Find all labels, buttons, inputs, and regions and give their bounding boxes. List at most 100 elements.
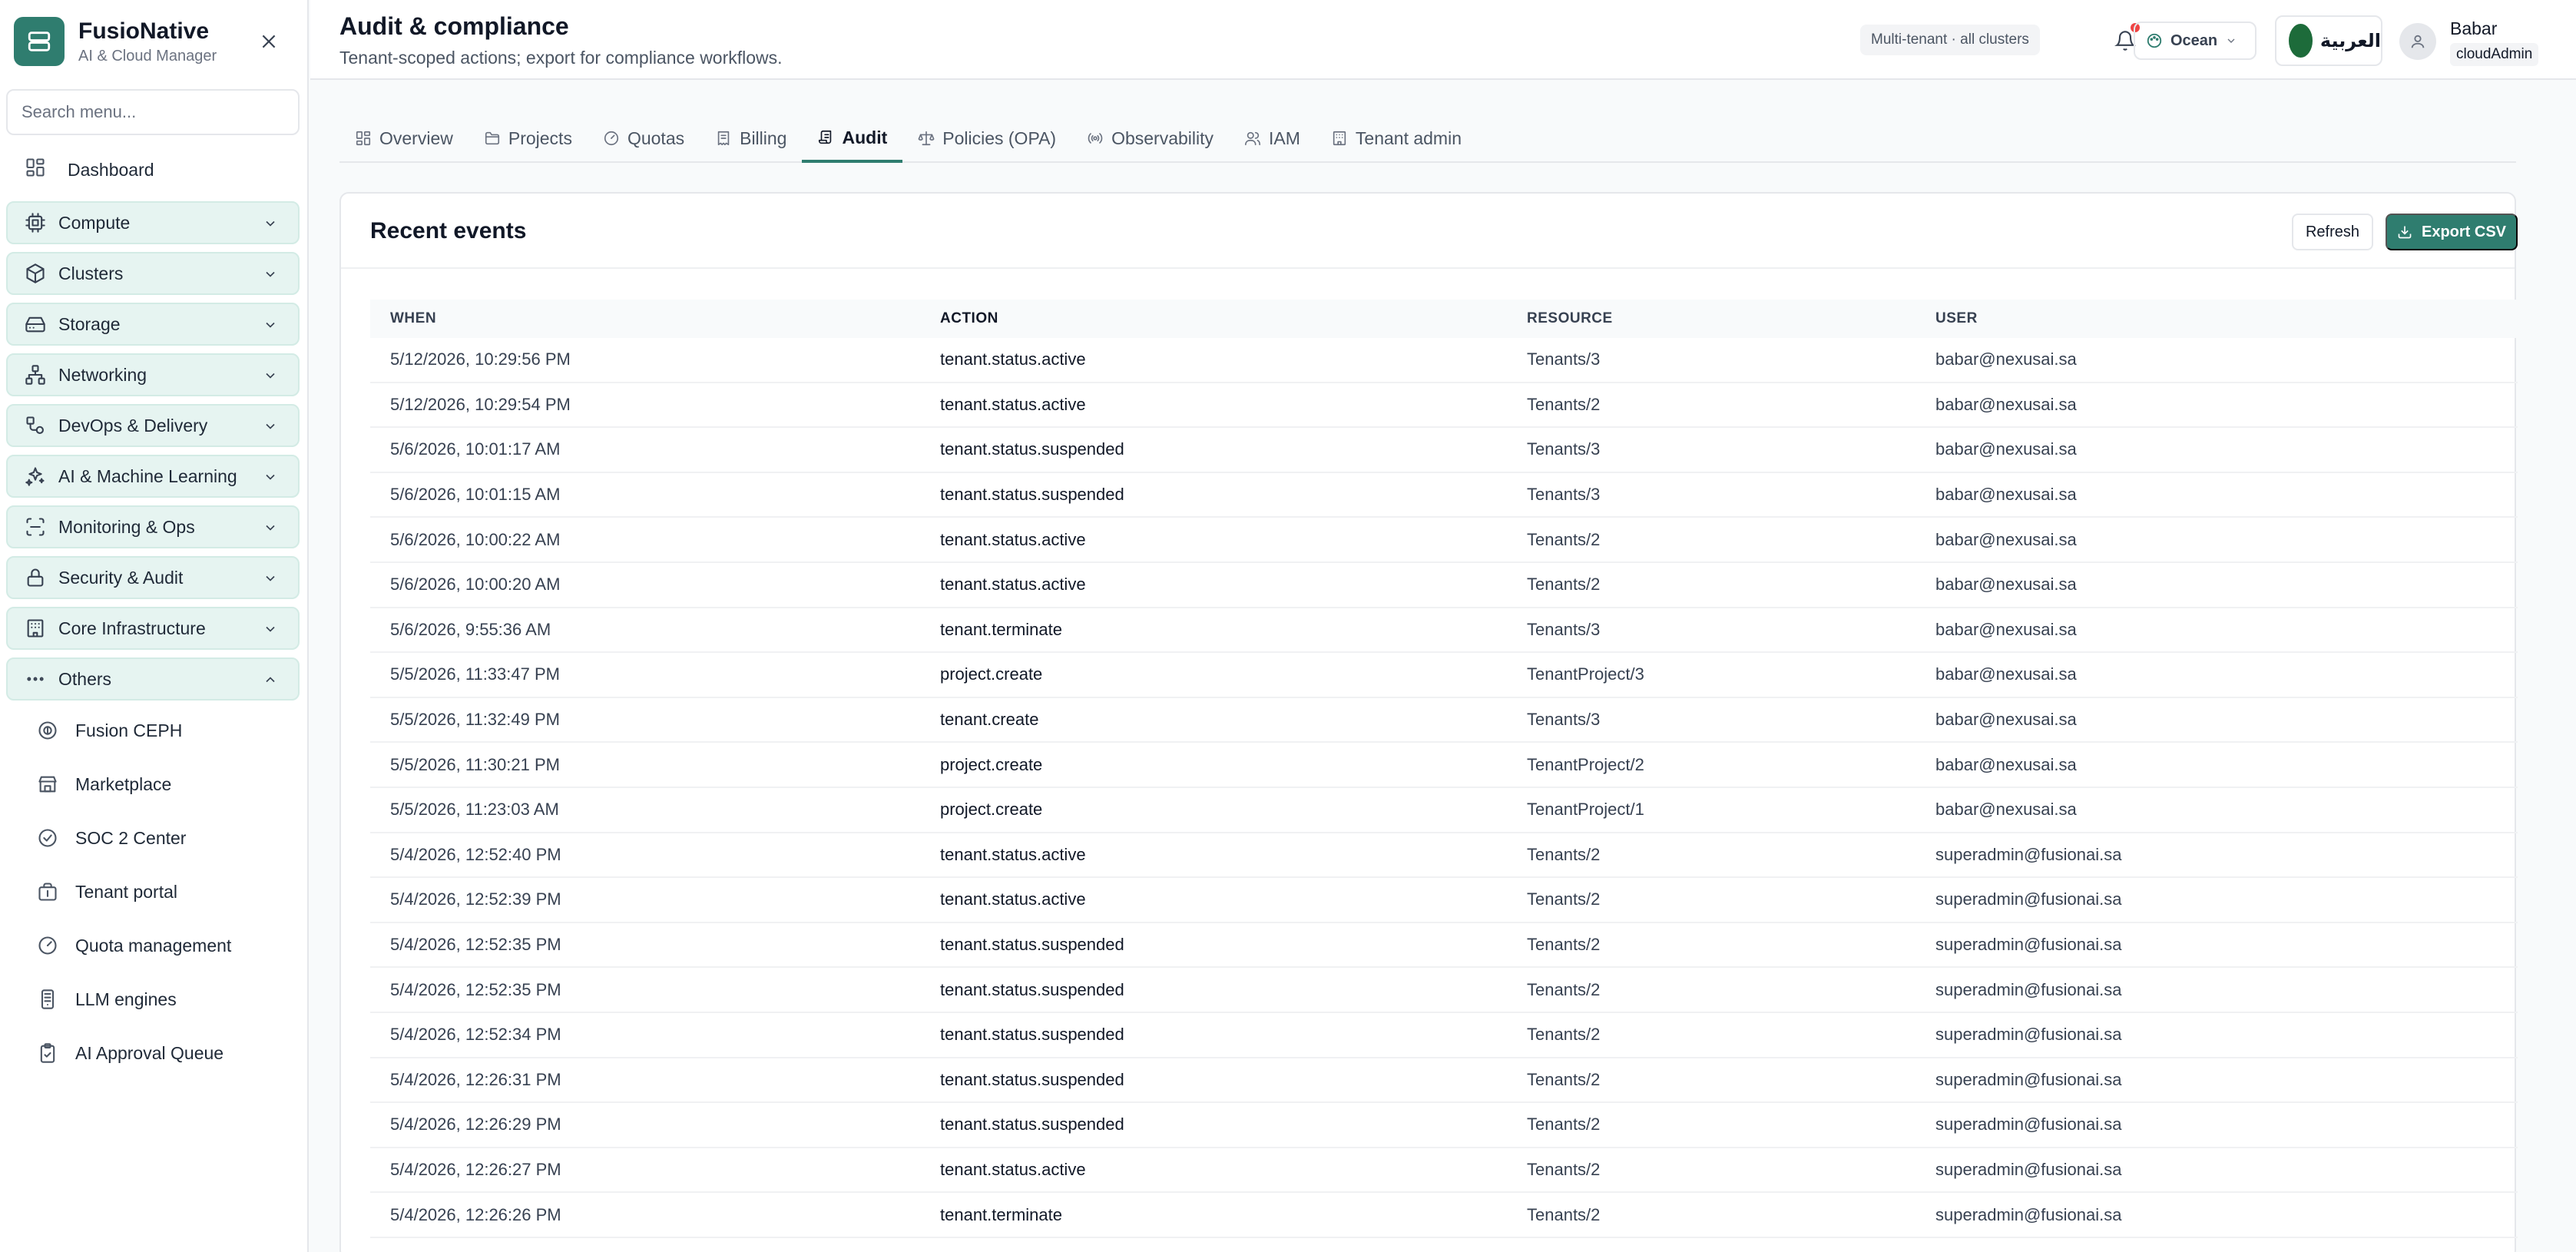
tab-projects[interactable]: Projects: [469, 115, 588, 161]
close-sidebar-button[interactable]: [253, 26, 284, 57]
scale-icon: [918, 130, 935, 147]
clipboard-check-icon: [37, 1042, 58, 1064]
tab-audit[interactable]: Audit: [802, 115, 903, 163]
table-row[interactable]: 5/4/2026, 12:26:29 PM tenant.status.suspe…: [370, 1103, 2518, 1148]
column-header-when[interactable]: WHEN: [370, 310, 940, 327]
column-header-action[interactable]: ACTION: [940, 310, 1527, 327]
theme-select[interactable]: Ocean: [2134, 22, 2256, 60]
sidebar-group-label: Compute: [58, 212, 131, 233]
cell-user: babar@nexusai.sa: [1935, 754, 2077, 774]
language-switch-button[interactable]: العربية: [2275, 15, 2382, 66]
export-csv-button[interactable]: Export CSV: [2386, 214, 2518, 250]
tab-iam[interactable]: IAM: [1229, 115, 1316, 161]
chevron-down-icon: [263, 570, 278, 591]
sidebar-item-label: Fusion CEPH: [75, 720, 183, 740]
sidebar-group-devops-delivery[interactable]: DevOps & Delivery: [6, 404, 300, 447]
table-row[interactable]: 5/4/2026, 12:52:35 PM tenant.status.suspe…: [370, 968, 2518, 1013]
chevron-down-icon: [263, 316, 278, 337]
sidebar-item-soc-2-center[interactable]: SOC 2 Center: [6, 811, 300, 865]
avatar[interactable]: [2399, 23, 2436, 60]
column-header-resource[interactable]: RESOURCE: [1527, 310, 1935, 327]
cell-action: tenant.status.active: [940, 529, 1086, 549]
table-row[interactable]: 5/4/2026, 12:52:34 PM tenant.status.suspe…: [370, 1013, 2518, 1058]
tab-observability[interactable]: Observability: [1071, 115, 1229, 161]
sidebar-group-compute[interactable]: Compute: [6, 201, 300, 244]
table-row[interactable]: 5/6/2026, 9:55:36 AM tenant.terminate Tena…: [370, 608, 2518, 654]
table-row[interactable]: 5/5/2026, 11:32:49 PM tenant.create Tenant…: [370, 698, 2518, 744]
sidebar-item-quota-management[interactable]: Quota management: [6, 919, 300, 972]
tab-tenant-admin[interactable]: Tenant admin: [1316, 115, 1477, 161]
tab-label: Policies (OPA): [942, 128, 1057, 148]
building-icon: [25, 618, 46, 639]
sidebar-group-label: Networking: [58, 364, 147, 385]
column-header-user[interactable]: USER: [1935, 310, 2518, 327]
tab-overview[interactable]: Overview: [339, 115, 469, 161]
tab-billing[interactable]: Billing: [700, 115, 802, 161]
sidebar-group-storage[interactable]: Storage: [6, 303, 300, 346]
table-row[interactable]: 5/5/2026, 11:23:03 AM project.create Tenan…: [370, 788, 2518, 833]
sidebar-group-core-infrastructure[interactable]: Core Infrastructure: [6, 607, 300, 650]
tab-policies-opa[interactable]: Policies (OPA): [902, 115, 1071, 161]
table-row[interactable]: 5/12/2026, 10:29:54 PM tenant.status.acti…: [370, 383, 2518, 429]
recent-events-card: Recent events Refresh Export CSV WHEN AC…: [339, 192, 2518, 1252]
cell-resource: Tenants/2: [1527, 575, 1601, 595]
sidebar-group-label: DevOps & Delivery: [58, 415, 208, 436]
sidebar-group-security-audit[interactable]: Security & Audit: [6, 556, 300, 599]
refresh-button[interactable]: Refresh: [2292, 214, 2373, 250]
cell-resource: TenantProject/3: [1527, 664, 1644, 684]
table-row[interactable]: 5/4/2026, 12:52:40 PM tenant.status.activ…: [370, 833, 2518, 879]
sidebar-group-others[interactable]: Others: [6, 657, 300, 701]
scroll-icon: [817, 129, 834, 146]
cell-resource: Tenants/3: [1527, 349, 1601, 369]
git-icon: [25, 415, 46, 436]
table-row[interactable]: 5/6/2026, 10:00:22 AM tenant.status.activ…: [370, 518, 2518, 563]
sidebar-group-networking[interactable]: Networking: [6, 353, 300, 396]
sidebar-group-clusters[interactable]: Clusters: [6, 252, 300, 295]
table-row[interactable]: 5/5/2026, 11:30:21 PM project.create Tenan…: [370, 743, 2518, 788]
table-row[interactable]: 5/12/2026, 10:29:56 PM tenant.status.acti…: [370, 338, 2518, 383]
sidebar-item-marketplace[interactable]: Marketplace: [6, 757, 300, 811]
cell-user: superadmin@fusionai.sa: [1935, 1069, 2122, 1089]
table-row[interactable]: 5/4/2026, 12:26:31 PM tenant.status.suspe…: [370, 1058, 2518, 1104]
cell-action: tenant.status.active: [940, 575, 1086, 595]
table-row[interactable]: 5/4/2026, 12:52:39 PM tenant.status.activ…: [370, 878, 2518, 923]
table-row[interactable]: 5/6/2026, 10:00:20 AM tenant.status.activ…: [370, 563, 2518, 608]
cell-when: 5/5/2026, 11:33:47 PM: [390, 664, 560, 684]
sidebar-item-tenant-portal[interactable]: Tenant portal: [6, 865, 300, 919]
sidebar-group-label: AI & Machine Learning: [58, 465, 237, 486]
sidebar-item-fusion-ceph[interactable]: Fusion CEPH: [6, 704, 300, 757]
cell-user: superadmin@fusionai.sa: [1935, 979, 2122, 999]
table-row[interactable]: 5/4/2026, 12:26:27 PM tenant.status.activ…: [370, 1148, 2518, 1194]
cell-resource: Tenants/2: [1527, 394, 1601, 414]
sidebar-item-label: SOC 2 Center: [75, 827, 187, 848]
sidebar-item-llm-engines[interactable]: LLM engines: [6, 972, 300, 1026]
table-row[interactable]: 5/5/2026, 11:33:47 PM project.create Tenan…: [370, 653, 2518, 698]
search-menu-input[interactable]: [6, 89, 300, 135]
cell-resource: Tenants/2: [1527, 1159, 1601, 1179]
table-row[interactable]: 5/4/2026, 12:26:26 PM tenant.terminate Ten…: [370, 1193, 2518, 1238]
user-name: Babar: [2450, 18, 2498, 38]
cpu-icon: [25, 212, 46, 234]
sidebar-group-monitoring-ops[interactable]: Monitoring & Ops: [6, 505, 300, 548]
cell-resource: Tenants/2: [1527, 1069, 1601, 1089]
cell-action: tenant.status.suspended: [940, 1115, 1124, 1134]
cell-action: tenant.terminate: [940, 619, 1062, 639]
sidebar-group-ai-machine-learning[interactable]: AI & Machine Learning: [6, 455, 300, 498]
gauge-icon: [603, 130, 620, 147]
cell-action: tenant.status.active: [940, 889, 1086, 909]
cell-when: 5/4/2026, 12:52:39 PM: [390, 889, 561, 909]
sparkles-icon: [25, 465, 46, 487]
sidebar-item-ai-approval-queue[interactable]: AI Approval Queue: [6, 1026, 300, 1080]
chevron-up-icon: [263, 671, 278, 692]
cell-resource: Tenants/2: [1527, 889, 1601, 909]
cell-user: babar@nexusai.sa: [1935, 664, 2077, 684]
cell-action: tenant.status.active: [940, 1159, 1086, 1179]
sidebar-item-dashboard[interactable]: Dashboard: [6, 146, 300, 194]
tab-quotas[interactable]: Quotas: [588, 115, 700, 161]
table-row[interactable]: 5/6/2026, 10:01:15 AM tenant.status.suspe…: [370, 473, 2518, 518]
cell-resource: Tenants/2: [1527, 1115, 1601, 1134]
table-row[interactable]: 5/6/2026, 10:01:17 AM tenant.status.suspe…: [370, 428, 2518, 473]
language-label: العربية: [2319, 30, 2381, 51]
sidebar: FusioNative AI & Cloud Manager Dashboard…: [0, 0, 309, 1252]
table-row[interactable]: 5/4/2026, 12:52:35 PM tenant.status.suspe…: [370, 923, 2518, 969]
